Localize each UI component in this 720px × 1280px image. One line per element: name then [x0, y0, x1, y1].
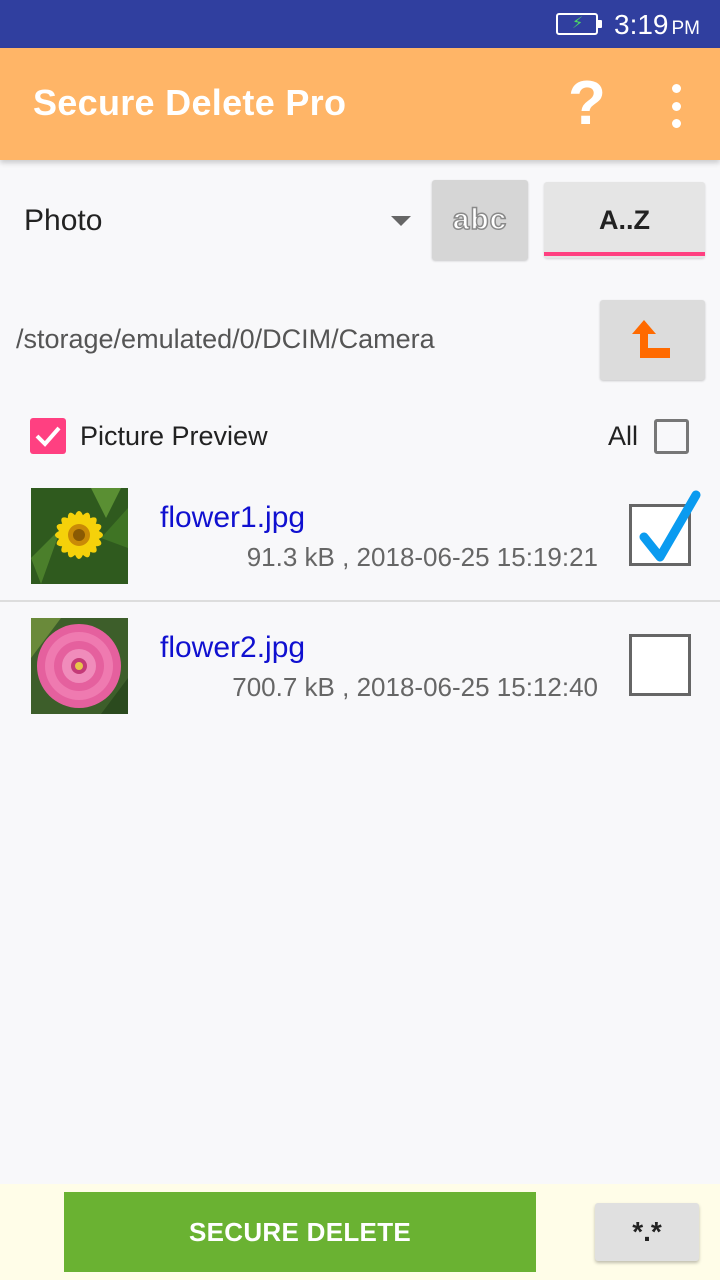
select-all-label: All [608, 421, 639, 451]
file-name[interactable]: flower2.jpg [160, 631, 305, 665]
battery-icon: ⚡ [556, 13, 602, 35]
file-row[interactable]: flower1.jpg 91.3 kB , 2018-06-25 15:19:2… [0, 476, 720, 592]
file-name[interactable]: flower1.jpg [160, 501, 305, 535]
blue-checkmark-icon [639, 490, 701, 562]
file-thumbnail [31, 488, 128, 584]
secure-delete-button[interactable]: SECURE DELETE [64, 1192, 536, 1272]
wildcard-filter-label: *.* [632, 1216, 662, 1247]
secure-delete-label: SECURE DELETE [188, 1216, 412, 1247]
folder-up-arrow-icon [632, 320, 670, 358]
app-title: Secure Delete Pro [33, 82, 347, 123]
sort-by-name-button[interactable]: abc [432, 180, 528, 260]
file-row[interactable]: flower2.jpg 700.7 kB , 2018-06-25 15:12:… [0, 606, 720, 722]
file-select-checkbox[interactable] [629, 634, 691, 696]
picture-preview-checkbox[interactable] [30, 418, 66, 454]
file-thumbnail [31, 618, 128, 714]
sort-alphabetical-button[interactable]: A..Z [544, 182, 705, 258]
folder-up-button[interactable] [600, 300, 705, 380]
sort-active-indicator [544, 252, 705, 256]
more-vert-icon[interactable] [666, 84, 686, 128]
file-type-dropdown[interactable]: Photo [16, 186, 416, 256]
clock-time: 3:19 [614, 9, 669, 40]
dropdown-caret-icon [391, 216, 411, 226]
current-path: /storage/emulated/0/DCIM/Camera [16, 324, 435, 354]
select-all-checkbox[interactable] [654, 419, 689, 454]
file-type-value: Photo [24, 204, 103, 237]
clock-ampm: PM [671, 18, 701, 39]
sort-alphabetical-label: A..Z [599, 204, 650, 235]
yellow-flower-image [31, 488, 128, 584]
question-mark-icon[interactable]: ? [568, 68, 606, 140]
file-select-checkbox[interactable] [629, 490, 701, 566]
file-meta: 91.3 kB , 2018-06-25 15:19:21 [246, 542, 598, 572]
status-clock: 3:19 PM [614, 8, 700, 46]
row-divider [0, 600, 720, 602]
wildcard-filter-button[interactable]: *.* [595, 1203, 699, 1261]
status-bar: ⚡ 3:19 PM [0, 0, 720, 48]
app-bar: Secure Delete Pro ? [0, 48, 720, 160]
sort-by-name-label: abc [452, 202, 508, 237]
file-meta: 700.7 kB , 2018-06-25 15:12:40 [232, 672, 598, 702]
pink-flower-image [31, 618, 128, 714]
picture-preview-label: Picture Preview [80, 421, 268, 451]
checkmark-icon [35, 426, 61, 447]
